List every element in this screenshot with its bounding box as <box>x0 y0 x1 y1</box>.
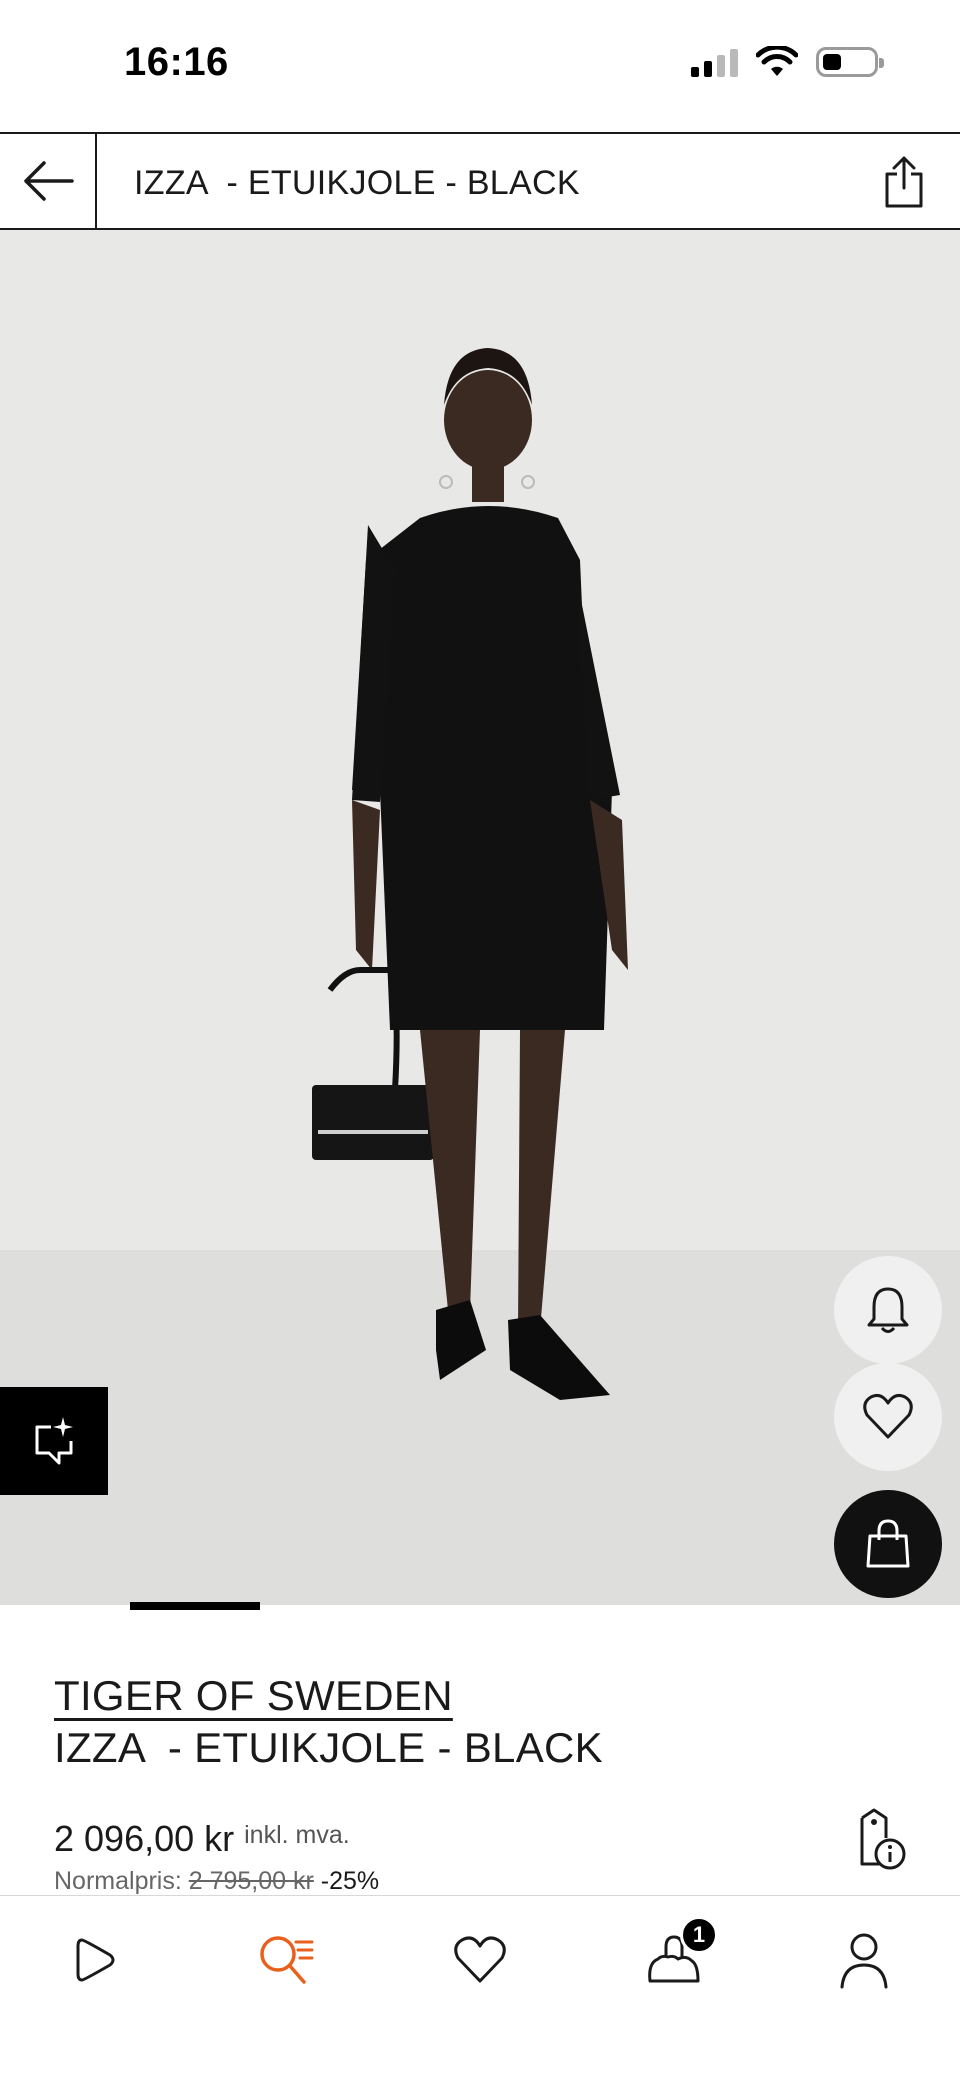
discount-badge: -25% <box>313 1867 380 1895</box>
similar-items-button[interactable] <box>0 1387 108 1495</box>
search-list-icon <box>260 1936 314 1984</box>
bag-count-badge: 1 <box>680 1916 718 1954</box>
share-button[interactable] <box>878 152 930 212</box>
price-row: 2 096,00 kr inkl. mva. <box>54 1818 350 1860</box>
vat-note: inkl. mva. <box>244 1821 350 1849</box>
battery-icon <box>816 47 884 77</box>
wifi-icon <box>756 46 798 76</box>
heart-icon <box>454 1936 506 1983</box>
nav-profile[interactable] <box>826 1922 902 1998</box>
wishlist-button[interactable] <box>834 1363 942 1471</box>
product-header: IZZA - ETUIKJOLE - BLACK <box>0 132 960 230</box>
current-price: 2 096,00 kr <box>54 1818 235 1859</box>
nav-search[interactable] <box>248 1922 324 1998</box>
original-price: 2 795,00 kr <box>188 1867 314 1895</box>
status-icons <box>691 46 884 78</box>
header-title: IZZA - ETUIKJOLE - BLACK <box>134 164 580 202</box>
nav-wishlist[interactable] <box>442 1922 518 1998</box>
similar-items-icon <box>35 1417 73 1465</box>
price-info-button[interactable] <box>850 1808 908 1872</box>
notify-me-button[interactable] <box>834 1256 942 1364</box>
status-bar: 16:16 <box>0 0 960 132</box>
arrow-left-icon <box>23 161 74 201</box>
nav-play[interactable] <box>58 1922 134 1998</box>
bell-icon <box>867 1287 909 1333</box>
user-icon <box>840 1933 888 1989</box>
normal-price-label: Normalpris: <box>54 1867 189 1895</box>
normal-price-row: Normalpris: 2 795,00 kr -25% <box>54 1867 379 1896</box>
nav-bag[interactable]: 1 <box>636 1916 718 1998</box>
product-name: IZZA - ETUIKJOLE - BLACK <box>54 1724 603 1771</box>
shopping-bag-icon <box>866 1519 910 1568</box>
status-time: 16:16 <box>124 40 229 84</box>
brand-link[interactable]: TIGER OF SWEDEN <box>54 1672 453 1720</box>
bottom-nav: 1 <box>0 1895 960 2081</box>
product-photo <box>312 348 628 1400</box>
price-tag-info-icon <box>860 1808 906 1870</box>
carousel-thumb <box>130 1602 260 1610</box>
heart-icon <box>863 1394 913 1439</box>
add-to-bag-button[interactable] <box>834 1490 942 1598</box>
signal-icon <box>691 47 738 77</box>
back-button[interactable] <box>0 134 97 228</box>
carousel-indicator <box>0 1602 960 1610</box>
share-icon <box>885 156 923 208</box>
play-icon <box>76 1938 115 1982</box>
product-image-carousel[interactable] <box>0 230 960 1605</box>
